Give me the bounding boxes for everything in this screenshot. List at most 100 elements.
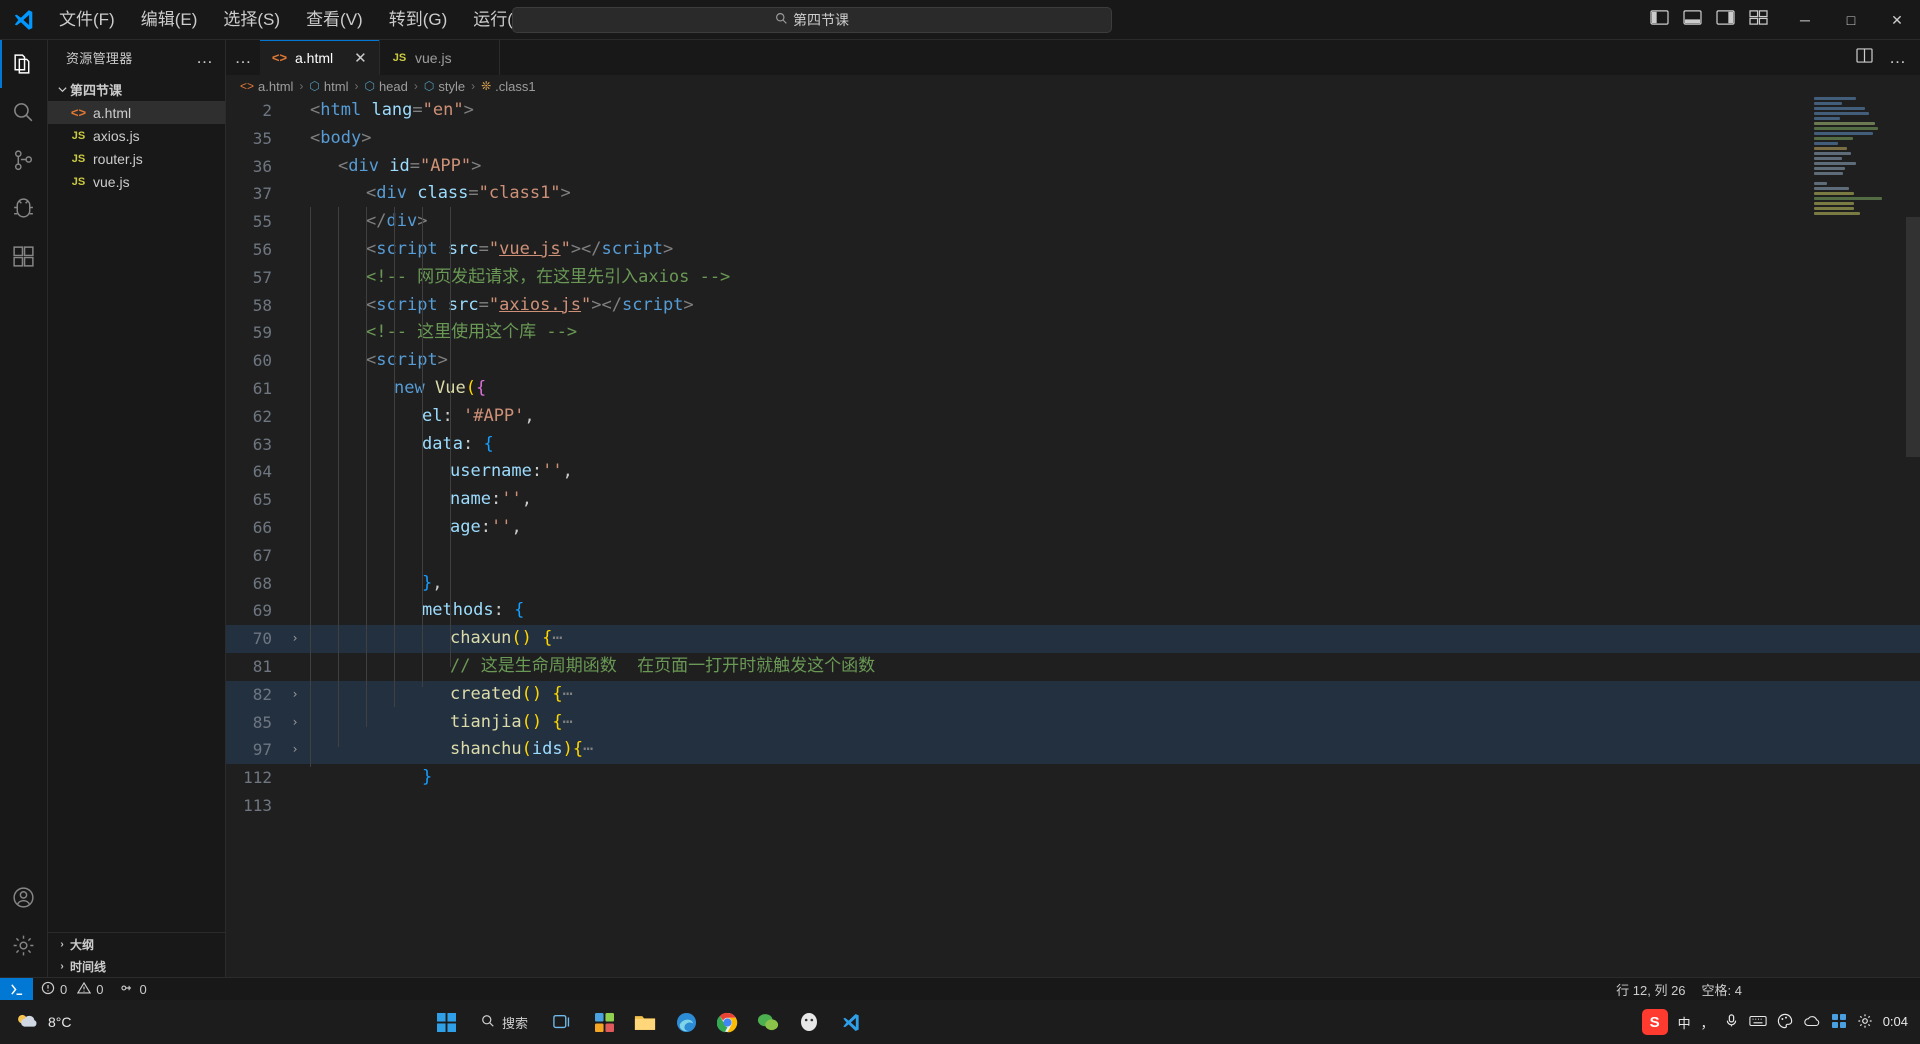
sidebar-section-timeline[interactable]: › 时间线 [48, 955, 225, 977]
code-line[interactable]: 55</div> [226, 208, 1920, 236]
activity-item-source-control[interactable] [0, 136, 48, 184]
explorer-more-icon[interactable]: … [190, 48, 219, 68]
toggle-panel-icon[interactable] [1683, 9, 1702, 31]
toggle-primary-sidebar-icon[interactable] [1650, 9, 1669, 31]
close-button[interactable]: ✕ [1874, 0, 1920, 40]
vscode-taskbar-icon[interactable] [834, 1006, 866, 1038]
qq-icon[interactable] [793, 1006, 825, 1038]
remote-indicator[interactable] [0, 977, 33, 1001]
sidebar-section-outline[interactable]: › 大纲 [48, 933, 225, 955]
code-lines[interactable]: 2 <html lang="en"> 35 <body> 36 <div id="APP"… [226, 97, 1920, 820]
taskbar-clock[interactable]: 0:04 [1883, 1014, 1908, 1030]
editor-more-actions-icon[interactable]: … [1889, 48, 1906, 68]
tab-overflow-icon[interactable]: … [226, 40, 260, 75]
code-line[interactable]: 57 <!-- 网页发起请求，在这里先引入axios --> [226, 264, 1920, 292]
keyboard-icon[interactable] [1749, 1014, 1767, 1031]
code-line[interactable]: 67 [226, 542, 1920, 570]
tree-file-axios-js[interactable]: JS axios.js [48, 124, 225, 147]
code-line[interactable]: 37 <div class="class1"> [226, 180, 1920, 208]
code-line[interactable]: 85 › tianjia() {⋯ [226, 708, 1920, 737]
code-line[interactable]: 81 // 这是生命周期函数 在页面一打开时就触发这个函数 [226, 653, 1920, 681]
activity-item-settings[interactable] [0, 921, 48, 969]
activity-item-accounts[interactable] [0, 873, 48, 921]
code-line[interactable]: 97 › shanchu(ids){⋯ [226, 736, 1920, 765]
code-line[interactable]: 2 <html lang="en"> [226, 97, 1920, 125]
code-line[interactable]: 35 <body> [226, 125, 1920, 153]
status-ports[interactable]: 0 [111, 978, 154, 1001]
fold-chevron-right-icon[interactable]: › [286, 625, 304, 653]
status-errors[interactable]: 0 0 [33, 978, 111, 1001]
minimize-button[interactable]: ─ [1782, 0, 1828, 40]
code-line[interactable]: 36 <div id="APP"> [226, 153, 1920, 181]
code-line[interactable]: 69 methods: { [226, 597, 1920, 625]
menu-edit[interactable]: 编辑(E) [130, 5, 209, 35]
file-explorer-folder-icon[interactable] [629, 1006, 661, 1038]
edge-browser-icon[interactable] [670, 1006, 702, 1038]
ime-mode-indicator[interactable]: 中 [1678, 1013, 1691, 1032]
menu-go[interactable]: 转到(G) [378, 5, 459, 35]
grid-icon[interactable] [1831, 1013, 1847, 1032]
mic-icon[interactable] [1724, 1013, 1739, 1031]
code-line[interactable]: 59 <!-- 这里使用这个库 --> [226, 319, 1920, 347]
code-line[interactable]: 82 › created() {⋯ [226, 680, 1920, 709]
tree-file-vue-js[interactable]: JS vue.js [48, 170, 225, 193]
taskbar-search-box[interactable]: 搜索 [471, 1006, 538, 1038]
task-view-icon[interactable] [547, 1006, 579, 1038]
scrollbar-thumb[interactable] [1906, 217, 1920, 457]
activity-item-extensions[interactable] [0, 232, 48, 280]
breadcrumb-item-style[interactable]: ⬡ style [424, 79, 465, 94]
code-line[interactable]: 112} [226, 764, 1920, 792]
maximize-button[interactable]: □ [1828, 0, 1874, 40]
ime-punctuation-icon[interactable]: ， [1701, 1013, 1714, 1032]
taskbar-weather[interactable]: 8°C [0, 1010, 72, 1035]
widgets-icon[interactable] [588, 1006, 620, 1038]
fold-chevron-right-icon[interactable]: › [286, 709, 304, 737]
code-line[interactable]: 65 name:'', [226, 486, 1920, 514]
tree-file-router-js[interactable]: JS router.js [48, 147, 225, 170]
code-line[interactable]: 68}, [226, 570, 1920, 598]
cloud-icon[interactable] [1803, 1014, 1821, 1031]
activity-item-run-and-debug[interactable] [0, 184, 48, 232]
fold-chevron-right-icon[interactable]: › [286, 681, 304, 709]
code-line[interactable]: 56 <script src="vue.js"></script> [226, 236, 1920, 264]
breadcrumb-item-file[interactable]: <> a.html [240, 79, 293, 94]
tab-a-html[interactable]: <> a.html ✕ [260, 40, 380, 75]
tray-settings-gear-icon[interactable] [1857, 1013, 1873, 1032]
minimap[interactable] [1814, 97, 1906, 237]
code-line[interactable]: 62 el: '#APP', [226, 403, 1920, 431]
code-editor[interactable]: 2 <html lang="en"> 35 <body> 36 <div id="APP"… [226, 97, 1920, 977]
code-line[interactable]: 70 › chaxun() {⋯ [226, 625, 1920, 653]
code-line[interactable]: 64 username:'', [226, 458, 1920, 486]
customize-layout-icon[interactable] [1749, 9, 1768, 31]
code-line[interactable]: 113 [226, 792, 1920, 820]
code-line[interactable]: 60 <script> [226, 347, 1920, 375]
menu-selection[interactable]: 选择(S) [212, 5, 291, 35]
breadcrumb-item-html[interactable]: ⬡ html [309, 79, 348, 94]
fold-chevron-right-icon[interactable]: › [286, 736, 304, 764]
breadcrumb-item-head[interactable]: ⬡ head [364, 79, 407, 94]
tree-file-a-html[interactable]: <> a.html [48, 101, 225, 124]
sogou-ime-icon[interactable]: S [1641, 1009, 1668, 1035]
code-line[interactable]: 63 data: { [226, 431, 1920, 459]
activity-item-explorer[interactable] [0, 40, 48, 88]
chrome-browser-icon[interactable] [711, 1006, 743, 1038]
start-button-windows-icon[interactable] [430, 1006, 462, 1038]
wechat-icon[interactable] [752, 1006, 784, 1038]
toggle-secondary-sidebar-icon[interactable] [1716, 9, 1735, 31]
activity-item-search[interactable] [0, 88, 48, 136]
breadcrumb-item-class1[interactable]: ❊ .class1 [481, 79, 536, 94]
status-cursor-position[interactable]: 行 12, 列 26 [1608, 978, 1693, 1001]
code-line[interactable]: 66 age:'', [226, 514, 1920, 542]
status-indentation[interactable]: 空格: 4 [1694, 978, 1750, 1001]
tab-close-icon[interactable]: ✕ [354, 49, 367, 67]
editor-scrollbar[interactable] [1906, 97, 1920, 977]
command-center-search[interactable]: 第四节课 [512, 6, 1112, 33]
tab-vue-js[interactable]: JS vue.js [380, 40, 500, 75]
split-editor-icon[interactable] [1856, 47, 1873, 68]
code-line[interactable]: 58 <script src="axios.js"></script> [226, 292, 1920, 320]
code-line[interactable]: 61 new Vue({ [226, 375, 1920, 403]
menu-file[interactable]: 文件(F) [48, 5, 126, 35]
palette-icon[interactable] [1777, 1013, 1793, 1032]
menu-view[interactable]: 查看(V) [295, 5, 374, 35]
tree-folder-root[interactable]: 第四节课 [48, 77, 225, 101]
